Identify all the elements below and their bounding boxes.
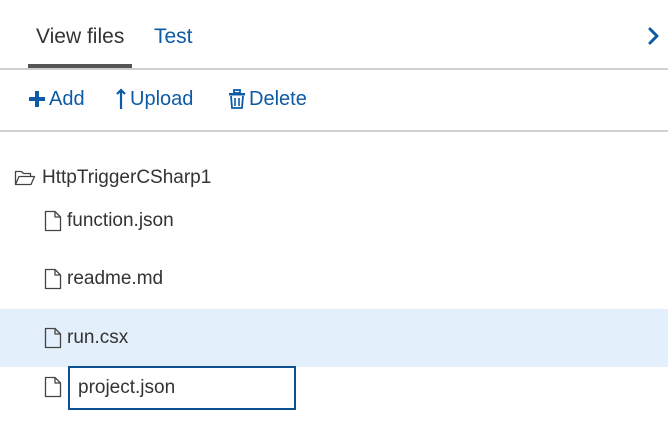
add-label: Add [49,87,85,110]
file-name: function.json [67,210,174,231]
plus-icon [29,91,45,107]
upload-arrow-icon [116,88,126,109]
folder-open-icon [14,170,36,186]
file-icon [44,376,62,398]
chevron-right-icon[interactable] [646,26,662,46]
tab-bar: View files Test [0,0,668,70]
folder-name: HttpTriggerCSharp1 [42,167,212,188]
rename-file-input[interactable] [68,366,296,410]
file-name: run.csx [67,327,129,348]
file-name: readme.md [67,268,164,289]
file-icon [44,210,62,232]
tab-view-files[interactable]: View files [36,24,124,50]
delete-button[interactable]: Delete [228,86,307,112]
file-icon [44,268,62,290]
file-item-run-csx[interactable]: run.csx [0,309,668,367]
folder-item[interactable]: HttpTriggerCSharp1 [14,166,211,190]
active-tab-indicator [28,64,132,68]
delete-label: Delete [249,87,307,110]
file-item-readme-md[interactable]: readme.md [0,250,668,308]
tab-test[interactable]: Test [154,24,193,50]
trash-icon [229,89,245,109]
file-toolbar: Add Upload Delete [0,70,668,132]
file-item-function-json[interactable]: function.json [0,192,668,250]
upload-button[interactable]: Upload [115,86,193,112]
file-icon [44,327,62,349]
add-button[interactable]: Add [28,86,85,112]
upload-label: Upload [130,87,194,110]
